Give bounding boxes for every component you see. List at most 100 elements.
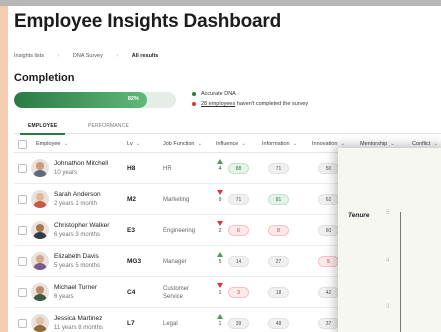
completion-legend: Accurate DNA 28 employees haven't comple… [192,89,308,109]
trend-up-icon [217,159,223,164]
information-score: 48 [268,318,289,329]
row-checkbox[interactable] [18,319,27,328]
row-checkbox[interactable] [18,257,27,266]
employee-level: L7 [127,320,135,327]
breadcrumb-all-results: All results [131,53,159,59]
influence-score: 3 [228,287,249,298]
trend-up-icon [217,252,223,257]
innovation-score: 60 [318,225,339,236]
employee-name[interactable]: Elizabeth Davis [54,253,99,260]
completion-progress-bar: 82% [14,92,176,108]
completion-percent: 82% [127,96,139,102]
tenure-tick: 5 [386,210,390,216]
employee-name[interactable]: Sarah Anderson [54,191,101,198]
influence-trend: 1 [216,283,224,296]
trend-count: 2 [218,228,222,234]
employee-level: E3 [127,227,135,234]
innovation-score: 42 [318,287,339,298]
red-dot-icon [192,101,196,106]
employee-tenure: 6 years [54,294,74,300]
col-lv[interactable]: Lv ⌄ [127,141,140,147]
green-dot-icon [192,91,196,96]
employee-name[interactable]: Christopher Walker [54,222,109,229]
innovation-score: 5 [318,256,339,267]
col-job-function[interactable]: Job Function ⌄ [163,141,202,147]
chevron-down-icon: ⌄ [433,141,438,147]
chevron-down-icon: ⌄ [292,141,298,147]
col-innovation[interactable]: Innovation ⌄ [312,141,345,147]
col-information[interactable]: Information ⌄ [262,141,297,147]
trend-count: 1 [218,321,222,327]
employee-level: C4 [127,289,136,296]
employee-name[interactable]: Michael Turner [54,284,97,291]
trend-up-icon [217,314,223,319]
col-conflict[interactable]: Conflict ⌄ [412,141,438,147]
job-function: HR [163,166,172,172]
col-employee[interactable]: Employee ⌄ [36,141,68,147]
dashboard-panel: Employee Insights Dashboard Insights lis… [8,6,441,332]
avatar [31,159,49,177]
trend-down-icon [217,221,223,226]
information-score: 81 [268,194,289,205]
trend-count: 9 [218,197,222,203]
completion-title: Completion [14,72,75,84]
trend-down-icon [217,283,223,288]
employee-level: M2 [127,196,137,203]
job-function: Marketing [163,197,190,203]
col-influence[interactable]: Influence ⌄ [216,141,246,147]
employee-tenure: 6 years 3 months [54,232,101,238]
employee-name[interactable]: Jessica Martinez [54,315,102,322]
information-score: 71 [268,163,289,174]
influence-trend: 1 [216,314,224,327]
avatar [31,252,49,270]
employee-tenure: 11 years 8 months [54,325,103,331]
tenure-axis-label: Tenure [348,212,370,219]
influence-score: 6 [228,225,249,236]
chevron-down-icon: ⌄ [340,141,345,147]
breadcrumb: Insights lists › DNA Survey › All result… [14,53,170,59]
job-function: Legal [163,321,178,327]
avatar [31,221,49,239]
legend-incomplete: 28 employees haven't completed the surve… [192,99,308,109]
tab-performance[interactable]: PERFORMANCE [88,123,129,129]
page-title: Employee Insights Dashboard [14,11,281,32]
tab-bar: EMPLOYEE PERFORMANCE [14,120,441,135]
avatar [31,314,49,332]
row-checkbox[interactable] [18,226,27,235]
influence-trend: 5 [216,252,224,265]
col-mentorship[interactable]: Mentorship ⌄ [360,141,395,147]
influence-trend: 2 [216,221,224,234]
information-score: 8 [268,225,289,236]
row-checkbox[interactable] [18,195,27,204]
trend-down-icon [217,190,223,195]
influence-trend: 9 [216,190,224,203]
chevron-down-icon: ⌄ [197,141,203,147]
breadcrumb-insights-lists[interactable]: Insights lists [14,53,44,59]
influence-score: 14 [228,256,249,267]
trend-count: 1 [218,290,222,296]
influence-trend: 4 [216,159,224,172]
tenure-tick: 3 [386,304,390,310]
incomplete-employees-link[interactable]: 28 employees [201,101,235,107]
information-score: 18 [268,287,289,298]
tab-employee[interactable]: EMPLOYEE [19,123,66,135]
select-all-checkbox[interactable] [18,140,27,149]
breadcrumb-dna-survey[interactable]: DNA Survey [73,53,103,59]
job-function: Manager [163,259,187,265]
trend-count: 5 [218,259,222,265]
influence-score: 88 [228,163,249,174]
chevron-down-icon: ⌄ [135,141,141,147]
row-checkbox[interactable] [18,164,27,173]
employee-tenure: 5 years 5 months [54,263,101,269]
employee-tenure: 2 years 1 month [54,201,98,207]
innovation-score: 37 [318,318,339,329]
row-checkbox[interactable] [18,288,27,297]
information-score: 27 [268,256,289,267]
avatar [31,190,49,208]
employee-name[interactable]: Johnathon Mitchell [54,160,108,167]
breadcrumb-separator: › [116,53,119,59]
breadcrumb-separator: › [57,53,60,59]
avatar [31,283,49,301]
employee-level: MG3 [127,258,142,265]
tenure-tick: 4 [386,258,390,264]
